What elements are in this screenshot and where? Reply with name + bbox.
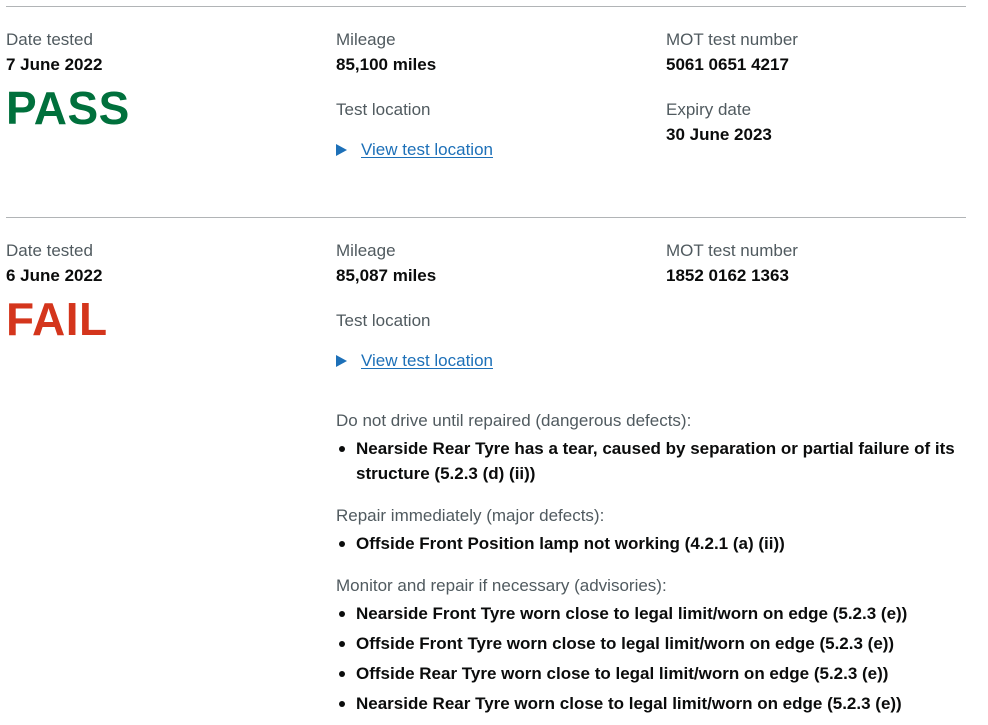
advisory-item: Offside Rear Tyre worn close to legal li… <box>336 661 956 686</box>
defect-item: Nearside Rear Tyre has a tear, caused by… <box>336 436 956 486</box>
advisory-item: Nearside Front Tyre worn close to legal … <box>336 601 956 626</box>
test-result-fail: FAIL <box>6 293 108 345</box>
mileage-value: 85,100 miles <box>336 55 437 74</box>
expiry-date-value: 30 June 2023 <box>666 125 772 144</box>
date-tested-label: Date tested <box>6 241 93 260</box>
date-tested-label: Date tested <box>6 30 93 49</box>
major-defects-group: Repair immediately (major defects): Offs… <box>336 506 961 561</box>
mileage-value: 85,087 miles <box>336 266 437 285</box>
mot-test-number-label: MOT test number <box>666 241 798 260</box>
view-test-location-toggle[interactable]: View test location <box>336 140 493 160</box>
advisories-group: Monitor and repair if necessary (advisor… <box>336 576 961 721</box>
view-test-location-link[interactable]: View test location <box>361 140 493 160</box>
mileage-label: Mileage <box>336 30 396 49</box>
date-tested-value: 7 June 2022 <box>6 55 103 74</box>
date-tested-value: 6 June 2022 <box>6 266 103 285</box>
caret-right-icon <box>336 144 347 156</box>
test-location-label: Test location <box>336 100 431 119</box>
view-test-location-link[interactable]: View test location <box>361 351 493 371</box>
test-result-pass: PASS <box>6 82 130 134</box>
advisories-heading: Monitor and repair if necessary (advisor… <box>336 576 667 595</box>
view-test-location-toggle[interactable]: View test location <box>336 351 493 371</box>
caret-right-icon <box>336 355 347 367</box>
mot-test-number-value: 5061 0651 4217 <box>666 55 789 74</box>
expiry-date-label: Expiry date <box>666 100 752 119</box>
test-location-label: Test location <box>336 311 431 330</box>
mileage-label: Mileage <box>336 241 396 260</box>
advisory-item: Nearside Rear Tyre worn close to legal l… <box>336 691 956 716</box>
mot-record-pass: Date tested 7 June 2022 PASS Mileage 85,… <box>6 6 966 217</box>
major-defects-list: Offside Front Position lamp not working … <box>336 531 961 556</box>
dangerous-defects-group: Do not drive until repaired (dangerous d… <box>336 411 961 491</box>
dangerous-defects-heading: Do not drive until repaired (dangerous d… <box>336 411 692 430</box>
advisory-item: Offside Front Tyre worn close to legal l… <box>336 631 956 656</box>
mot-record-fail: Date tested 6 June 2022 FAIL Mileage 85,… <box>6 217 966 725</box>
major-defects-heading: Repair immediately (major defects): <box>336 506 605 525</box>
dangerous-defects-list: Nearside Rear Tyre has a tear, caused by… <box>336 436 961 486</box>
mot-test-number-label: MOT test number <box>666 30 798 49</box>
defect-item: Offside Front Position lamp not working … <box>336 531 956 556</box>
advisories-list: Nearside Front Tyre worn close to legal … <box>336 601 961 716</box>
mot-test-number-value: 1852 0162 1363 <box>666 266 789 285</box>
